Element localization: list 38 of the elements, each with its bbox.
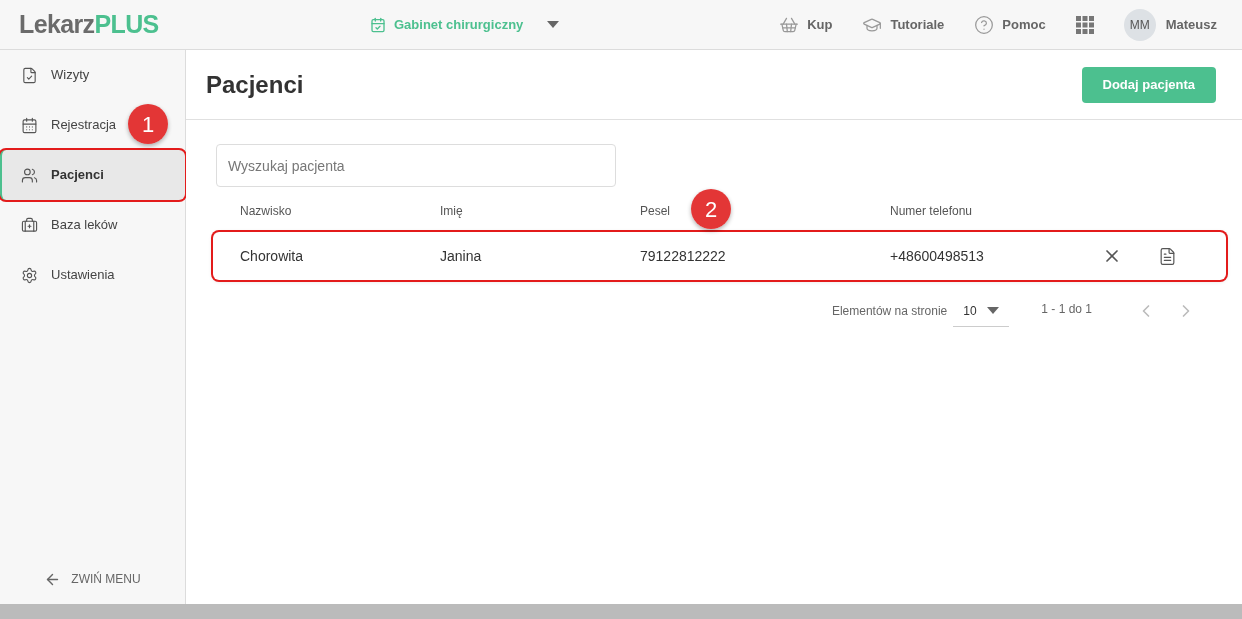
page-title: Pacjenci: [206, 69, 304, 100]
header-link[interactable]: Tutoriale: [862, 14, 945, 35]
user-avatar[interactable]: MM: [1123, 8, 1156, 41]
caret-icon: [547, 21, 560, 28]
table-cell: 79122812222: [640, 248, 726, 264]
column-header: Nazwisko: [240, 203, 292, 218]
apps-grid-icon[interactable]: [1075, 15, 1094, 34]
calendar-icon: [370, 16, 386, 33]
table-cell: Chorowita: [240, 248, 304, 264]
sidebar-item[interactable]: Wizyty: [0, 50, 94, 100]
page-size-label: Elementów na stronie: [831, 303, 948, 320]
collapse-menu-button[interactable]: ZWIŃ MENU: [0, 571, 185, 587]
search-field[interactable]: Wyszukaj pacjenta: [216, 144, 616, 187]
sidebar-item[interactable]: Baza leków: [0, 200, 122, 250]
header-link[interactable]: Pomoc: [974, 14, 1046, 35]
document-check-icon: [21, 66, 38, 84]
page-size-select[interactable]: 10: [953, 295, 1010, 327]
settings-icon: [21, 266, 38, 284]
logo-text-accent: PLUS: [94, 8, 159, 40]
sidebar-item[interactable]: Rejestracja: [0, 100, 121, 150]
help-icon: [974, 14, 995, 35]
caret-icon: [987, 307, 1000, 314]
calendar-icon: [21, 116, 38, 134]
logo-text: Lekarz: [19, 8, 95, 40]
document-icon[interactable]: [1158, 246, 1177, 266]
user-name: Mateusz: [1165, 15, 1217, 34]
people-icon: [21, 166, 38, 184]
table-cell: +48600498513: [890, 248, 984, 264]
column-header: Pesel: [640, 203, 671, 218]
medical-kit-icon: [21, 216, 38, 234]
table-row[interactable]: Chorowita Janina 79122812222 +48600498513: [213, 232, 1226, 280]
sidebar-item[interactable]: Ustawienia: [0, 250, 119, 300]
sidebar-item[interactable]: Pacjenci: [0, 150, 185, 200]
header-link[interactable]: Kup: [779, 14, 833, 35]
table-cell: Janina: [440, 248, 482, 264]
page-range: 1 - 1 do 1: [1041, 301, 1092, 318]
column-header: Imię: [440, 203, 463, 218]
column-header: Numer telefonu: [890, 203, 973, 218]
